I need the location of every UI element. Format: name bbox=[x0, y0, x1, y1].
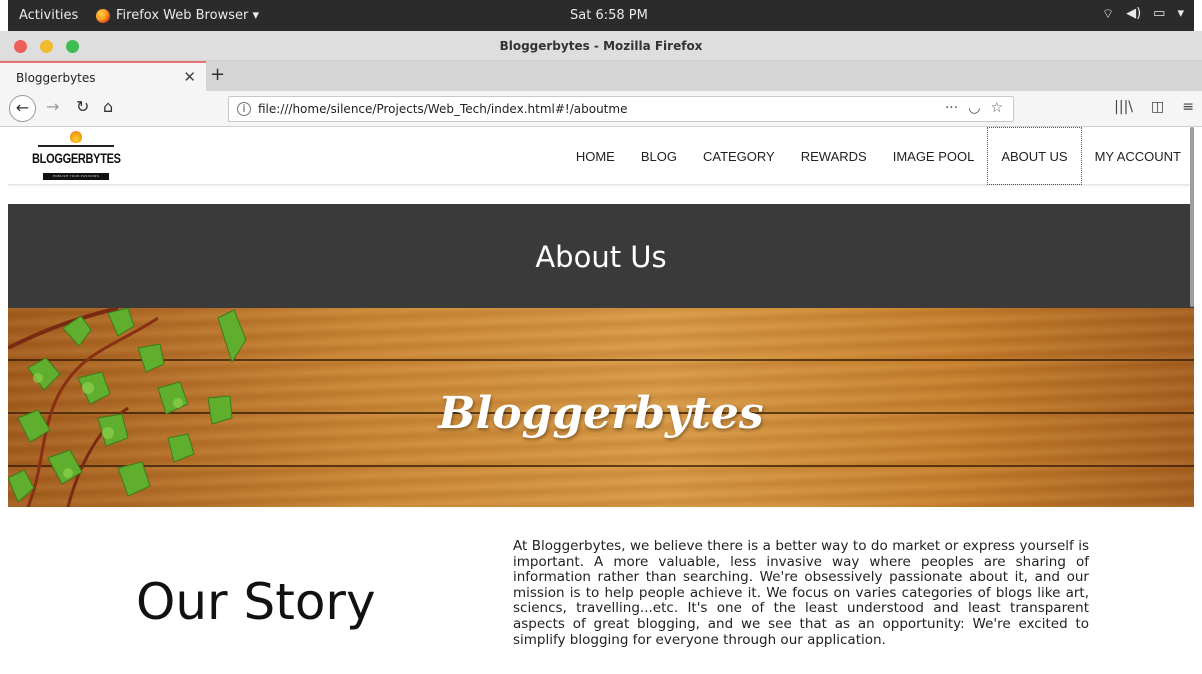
page-title: About Us bbox=[535, 240, 667, 274]
system-tray[interactable]: ⌔ ◀) ▭ ▾ bbox=[1102, 6, 1184, 22]
page-actions-icon[interactable]: ··· bbox=[945, 100, 958, 116]
site-logo[interactable]: BLOGGERBYTES PUBLISH YOUR PASSIONS bbox=[32, 131, 121, 183]
logo-rule bbox=[38, 145, 114, 147]
logo-wordmark: BLOGGERBYTES bbox=[32, 151, 121, 167]
site-header: BLOGGERBYTES PUBLISH YOUR PASSIONS HOME … bbox=[8, 127, 1194, 185]
window-title-bar: Bloggerbytes - Mozilla Firefox bbox=[0, 31, 1202, 61]
site-menu: HOME BLOG CATEGORY REWARDS IMAGE POOL AB… bbox=[563, 127, 1194, 185]
battery-icon: ▭ bbox=[1153, 6, 1166, 21]
back-arrow-icon[interactable]: ← bbox=[9, 95, 36, 122]
menu-rewards[interactable]: REWARDS bbox=[788, 127, 880, 185]
page-scrollbar[interactable] bbox=[1190, 127, 1194, 307]
reload-icon[interactable]: ↻ bbox=[76, 97, 89, 116]
page-viewport: BLOGGERBYTES PUBLISH YOUR PASSIONS HOME … bbox=[8, 127, 1194, 674]
url-actions: ··· ◡ ☆ bbox=[945, 100, 1003, 116]
address-bar[interactable]: i file:///home/silence/Projects/Web_Tech… bbox=[228, 96, 1014, 122]
activities-button[interactable]: Activities bbox=[19, 8, 78, 23]
browser-toolbar: ← → ↻ ⌂ i file:///home/silence/Projects/… bbox=[0, 91, 1202, 127]
library-icon[interactable]: |||\ bbox=[1114, 99, 1133, 115]
system-menu-icon: ▾ bbox=[1177, 6, 1184, 21]
site-info-icon[interactable]: i bbox=[237, 102, 251, 116]
app-menu[interactable]: Firefox Web Browser ▾ bbox=[96, 8, 259, 23]
menu-about-us[interactable]: ABOUT US bbox=[987, 127, 1082, 185]
home-icon[interactable]: ⌂ bbox=[103, 97, 113, 116]
clock[interactable]: Sat 6:58 PM bbox=[570, 8, 648, 23]
app-menu-label: Firefox Web Browser ▾ bbox=[116, 8, 259, 23]
menu-my-account[interactable]: MY ACCOUNT bbox=[1082, 127, 1194, 185]
system-top-bar: Activities Firefox Web Browser ▾ Sat 6:5… bbox=[8, 0, 1194, 31]
story-body: At Bloggerbytes, we believe there is a b… bbox=[513, 538, 1089, 648]
menu-home[interactable]: HOME bbox=[563, 127, 628, 185]
hamburger-menu-icon[interactable]: ≡ bbox=[1182, 99, 1194, 115]
menu-image-pool[interactable]: IMAGE POOL bbox=[880, 127, 988, 185]
tab-strip: Bloggerbytes ✕ + bbox=[0, 61, 1202, 91]
forward-arrow-icon[interactable]: → bbox=[46, 97, 59, 116]
wood-banner: Bloggerbytes bbox=[8, 308, 1194, 507]
tab-bloggerbytes[interactable]: Bloggerbytes ✕ bbox=[0, 61, 206, 91]
logo-tagline: PUBLISH YOUR PASSIONS bbox=[43, 173, 109, 180]
toolbar-right: |||\ ◫ ≡ bbox=[1114, 99, 1194, 115]
our-story-section: Our Story At Bloggerbytes, we believe th… bbox=[8, 507, 1194, 674]
pocket-icon[interactable]: ◡ bbox=[968, 100, 980, 116]
tab-label: Bloggerbytes bbox=[16, 71, 96, 85]
volume-icon: ◀) bbox=[1126, 6, 1142, 21]
wifi-icon: ⌔ bbox=[1101, 7, 1115, 22]
banner-brand: Bloggerbytes bbox=[438, 388, 764, 439]
firefox-icon bbox=[96, 8, 110, 23]
window-title: Bloggerbytes - Mozilla Firefox bbox=[499, 39, 703, 53]
new-tab-icon[interactable]: + bbox=[210, 64, 225, 85]
close-tab-icon[interactable]: ✕ bbox=[183, 68, 196, 86]
menu-blog[interactable]: BLOG bbox=[628, 127, 690, 185]
flame-icon bbox=[70, 131, 82, 143]
sidebar-icon[interactable]: ◫ bbox=[1151, 99, 1164, 115]
url-text[interactable]: file:///home/silence/Projects/Web_Tech/i… bbox=[258, 102, 627, 116]
menu-category[interactable]: CATEGORY bbox=[690, 127, 788, 185]
about-hero: About Us bbox=[8, 204, 1194, 308]
bookmark-star-icon[interactable]: ☆ bbox=[990, 100, 1003, 116]
story-heading: Our Story bbox=[136, 573, 376, 631]
